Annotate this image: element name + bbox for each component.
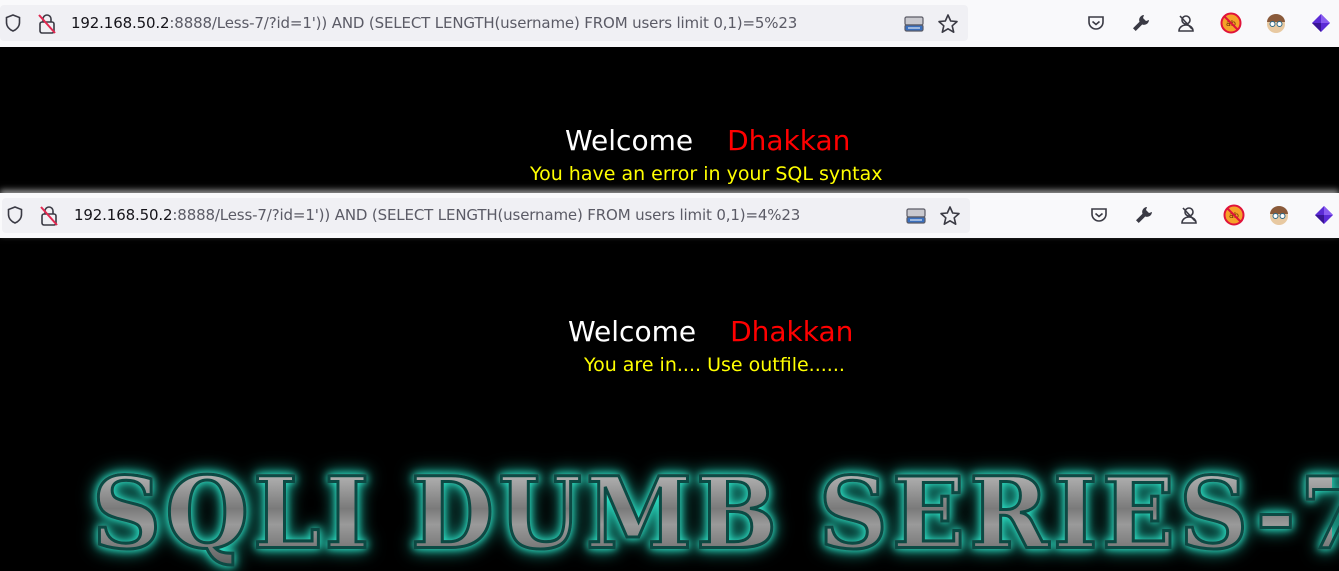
user-name: Dhakkan xyxy=(730,315,854,348)
welcome-heading-top: Welcome Dhakkan xyxy=(565,124,850,157)
account-icon[interactable] xyxy=(1178,204,1200,226)
series-title-banner: SQLI DUMB SERIES-7 xyxy=(91,455,1339,571)
status-message-bottom: You are in.... Use outfile...... xyxy=(584,354,845,376)
url-path: :8888/Less-7/?id=1')) AND (SELECT LENGTH… xyxy=(169,14,798,32)
avatar-extension-icon[interactable] xyxy=(1264,11,1288,35)
url-path: :8888/Less-7/?id=1')) AND (SELECT LENGTH… xyxy=(172,206,801,224)
welcome-text: Welcome xyxy=(565,124,694,157)
shield-icon[interactable] xyxy=(6,206,24,224)
bookmark-star-icon[interactable] xyxy=(939,205,961,227)
reader-view-icon[interactable] xyxy=(903,14,925,34)
wrench-icon[interactable] xyxy=(1130,12,1152,34)
url-text[interactable]: 192.168.50.2:8888/Less-7/?id=1')) AND (S… xyxy=(74,206,800,224)
blocked-extension-icon[interactable]: ab xyxy=(1222,203,1246,227)
purple-extension-icon[interactable] xyxy=(1309,11,1333,35)
url-text[interactable]: 192.168.50.2:8888/Less-7/?id=1')) AND (S… xyxy=(71,14,797,32)
pocket-icon[interactable] xyxy=(1088,204,1110,226)
reader-view-icon[interactable] xyxy=(905,206,927,226)
account-icon[interactable] xyxy=(1175,12,1197,34)
address-bar[interactable]: 192.168.50.2:8888/Less-7/?id=1')) AND (S… xyxy=(0,5,968,41)
bookmark-star-icon[interactable] xyxy=(937,13,959,35)
user-name: Dhakkan xyxy=(727,124,851,157)
status-message-top: You have an error in your SQL syntax xyxy=(530,163,883,185)
browser-toolbar-bottom: 192.168.50.2:8888/Less-7/?id=1')) AND (S… xyxy=(0,193,1339,238)
blocked-extension-icon[interactable]: ab xyxy=(1219,11,1243,35)
address-bar[interactable]: 192.168.50.2:8888/Less-7/?id=1')) AND (S… xyxy=(2,198,970,233)
wrench-icon[interactable] xyxy=(1133,204,1155,226)
welcome-heading-bottom: Welcome Dhakkan xyxy=(568,315,853,348)
purple-extension-icon[interactable] xyxy=(1312,203,1336,227)
url-host: 192.168.50.2 xyxy=(71,14,170,32)
welcome-text: Welcome xyxy=(568,315,697,348)
pocket-icon[interactable] xyxy=(1085,12,1107,34)
avatar-extension-icon[interactable] xyxy=(1267,203,1291,227)
browser-toolbar-top: 192.168.50.2:8888/Less-7/?id=1')) AND (S… xyxy=(0,0,1339,47)
shield-icon[interactable] xyxy=(4,14,22,32)
url-host: 192.168.50.2 xyxy=(74,206,173,224)
insecure-lock-icon[interactable] xyxy=(38,205,60,227)
insecure-lock-icon[interactable] xyxy=(36,13,58,35)
